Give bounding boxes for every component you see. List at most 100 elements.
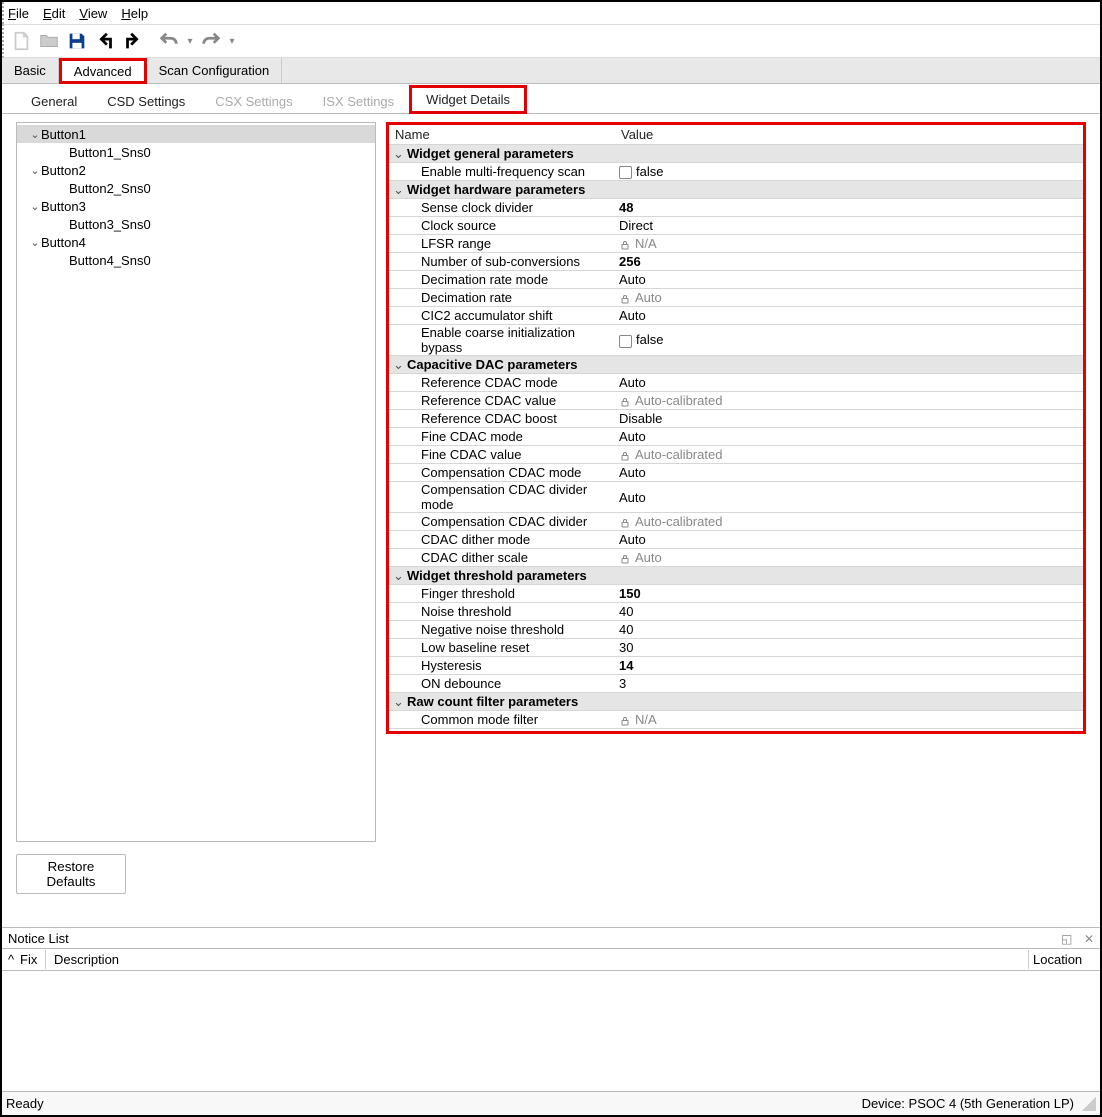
menubar: File Edit View Help xyxy=(2,2,1100,24)
param-value: Auto xyxy=(615,549,1083,567)
param-value[interactable]: Auto xyxy=(615,271,1083,289)
param-name: Hysteresis xyxy=(389,657,615,675)
param-name: Number of sub-conversions xyxy=(389,253,615,271)
param-value[interactable]: 40 xyxy=(615,621,1083,639)
group-cdac[interactable]: ⌄Capacitive DAC parameters xyxy=(389,356,615,374)
param-name: CDAC dither scale xyxy=(389,549,615,567)
notice-list-header: Notice List ◱ ✕ xyxy=(2,927,1100,949)
subtab-isx-settings: ISX Settings xyxy=(308,89,410,113)
tree-item-button4-sns0[interactable]: Button4_Sns0 xyxy=(17,251,375,269)
param-value: Auto-calibrated xyxy=(615,446,1083,464)
param-name: Enable coarse initialization bypass xyxy=(389,325,615,356)
status-device: Device: PSOC 4 (5th Generation LP) xyxy=(862,1096,1074,1111)
param-name: Decimation rate xyxy=(389,289,615,307)
subtab-general[interactable]: General xyxy=(16,89,92,113)
param-value[interactable]: Auto xyxy=(615,482,1083,513)
param-name: Sense clock divider xyxy=(389,199,615,217)
undo-icon[interactable] xyxy=(156,28,182,54)
notice-list-body[interactable] xyxy=(2,971,1100,1091)
open-file-icon[interactable] xyxy=(36,28,62,54)
redo-icon[interactable] xyxy=(198,28,224,54)
tab-basic[interactable]: Basic xyxy=(2,58,59,83)
param-value[interactable]: Auto xyxy=(615,531,1083,549)
restore-defaults-button[interactable]: Restore Defaults xyxy=(16,854,126,894)
param-name: Reference CDAC mode xyxy=(389,374,615,392)
notice-col-description[interactable]: Description xyxy=(46,950,1028,969)
param-value[interactable]: 40 xyxy=(615,603,1083,621)
subtab-csd-settings[interactable]: CSD Settings xyxy=(92,89,200,113)
param-value[interactable]: Direct xyxy=(615,217,1083,235)
param-name: Common mode filter xyxy=(389,711,615,729)
param-name: Fine CDAC value xyxy=(389,446,615,464)
notice-col-location[interactable]: Location xyxy=(1028,950,1098,969)
tab-advanced[interactable]: Advanced xyxy=(59,58,147,84)
resize-grip-icon[interactable] xyxy=(1082,1097,1096,1111)
param-name: Compensation CDAC divider xyxy=(389,513,615,531)
col-name: Name xyxy=(389,125,615,145)
tree-item-button2[interactable]: ⌄Button2 xyxy=(17,161,375,179)
param-name: CDAC dither mode xyxy=(389,531,615,549)
widget-tree[interactable]: ⌄Button1 Button1_Sns0 ⌄Button2 Button2_S… xyxy=(16,122,376,842)
toolbar: ▾ ▾ xyxy=(2,24,1100,58)
param-name: Decimation rate mode xyxy=(389,271,615,289)
tab-scan-configuration[interactable]: Scan Configuration xyxy=(147,58,283,83)
param-value: N/A xyxy=(615,235,1083,253)
status-bar: Ready Device: PSOC 4 (5th Generation LP) xyxy=(2,1091,1100,1115)
param-value[interactable]: 30 xyxy=(615,639,1083,657)
param-value: Auto xyxy=(615,289,1083,307)
export-icon[interactable] xyxy=(120,28,146,54)
param-name: CIC2 accumulator shift xyxy=(389,307,615,325)
param-value[interactable]: 3 xyxy=(615,675,1083,693)
param-value[interactable]: 150 xyxy=(615,585,1083,603)
tree-item-button4[interactable]: ⌄Button4 xyxy=(17,233,375,251)
param-value[interactable]: Auto xyxy=(615,464,1083,482)
sub-tabs: General CSD Settings CSX Settings ISX Se… xyxy=(2,84,1100,114)
group-general[interactable]: ⌄Widget general parameters xyxy=(389,145,615,163)
group-hardware[interactable]: ⌄Widget hardware parameters xyxy=(389,181,615,199)
param-name: ON debounce xyxy=(389,675,615,693)
tree-item-button1-sns0[interactable]: Button1_Sns0 xyxy=(17,143,375,161)
param-value[interactable]: Disable xyxy=(615,410,1083,428)
param-name: Enable multi-frequency scan xyxy=(389,163,615,181)
param-name: Low baseline reset xyxy=(389,639,615,657)
param-value[interactable]: false xyxy=(615,325,1083,356)
notice-col-fix[interactable]: Fix xyxy=(16,950,46,969)
dock-icon[interactable]: ◱ xyxy=(1061,932,1072,946)
param-value: N/A xyxy=(615,711,1083,729)
property-grid[interactable]: NameValue ⌄Widget general parametersEnab… xyxy=(386,122,1086,734)
expand-icon[interactable]: ^ xyxy=(4,950,16,969)
param-value: Auto-calibrated xyxy=(615,513,1083,531)
tree-item-button2-sns0[interactable]: Button2_Sns0 xyxy=(17,179,375,197)
menu-file[interactable]: File xyxy=(8,6,29,21)
new-file-icon[interactable] xyxy=(8,28,34,54)
save-icon[interactable] xyxy=(64,28,90,54)
group-rawfilter[interactable]: ⌄Raw count filter parameters xyxy=(389,693,615,711)
param-value[interactable]: Auto xyxy=(615,307,1083,325)
tree-item-button3-sns0[interactable]: Button3_Sns0 xyxy=(17,215,375,233)
param-value[interactable]: 48 xyxy=(615,199,1083,217)
close-icon[interactable]: ✕ xyxy=(1084,932,1094,946)
param-name: LFSR range xyxy=(389,235,615,253)
param-value[interactable]: Auto xyxy=(615,374,1083,392)
param-name: Reference CDAC boost xyxy=(389,410,615,428)
param-value[interactable]: false xyxy=(615,163,1083,181)
param-value[interactable]: 14 xyxy=(615,657,1083,675)
import-icon[interactable] xyxy=(92,28,118,54)
param-name: Compensation CDAC mode xyxy=(389,464,615,482)
subtab-widget-details[interactable]: Widget Details xyxy=(409,85,527,114)
notice-list-title: Notice List xyxy=(8,931,69,946)
checkbox-icon[interactable] xyxy=(619,166,632,179)
checkbox-icon[interactable] xyxy=(619,335,632,348)
redo-dropdown-icon[interactable]: ▾ xyxy=(226,28,238,54)
menu-edit[interactable]: Edit xyxy=(43,6,65,21)
menu-view[interactable]: View xyxy=(79,6,107,21)
param-name: Fine CDAC mode xyxy=(389,428,615,446)
undo-dropdown-icon[interactable]: ▾ xyxy=(184,28,196,54)
param-value[interactable]: 256 xyxy=(615,253,1083,271)
menu-help[interactable]: Help xyxy=(121,6,148,21)
group-threshold[interactable]: ⌄Widget threshold parameters xyxy=(389,567,615,585)
tree-item-button3[interactable]: ⌄Button3 xyxy=(17,197,375,215)
notice-columns: ^ Fix Description Location xyxy=(2,949,1100,971)
tree-item-button1[interactable]: ⌄Button1 xyxy=(17,125,375,143)
param-value[interactable]: Auto xyxy=(615,428,1083,446)
